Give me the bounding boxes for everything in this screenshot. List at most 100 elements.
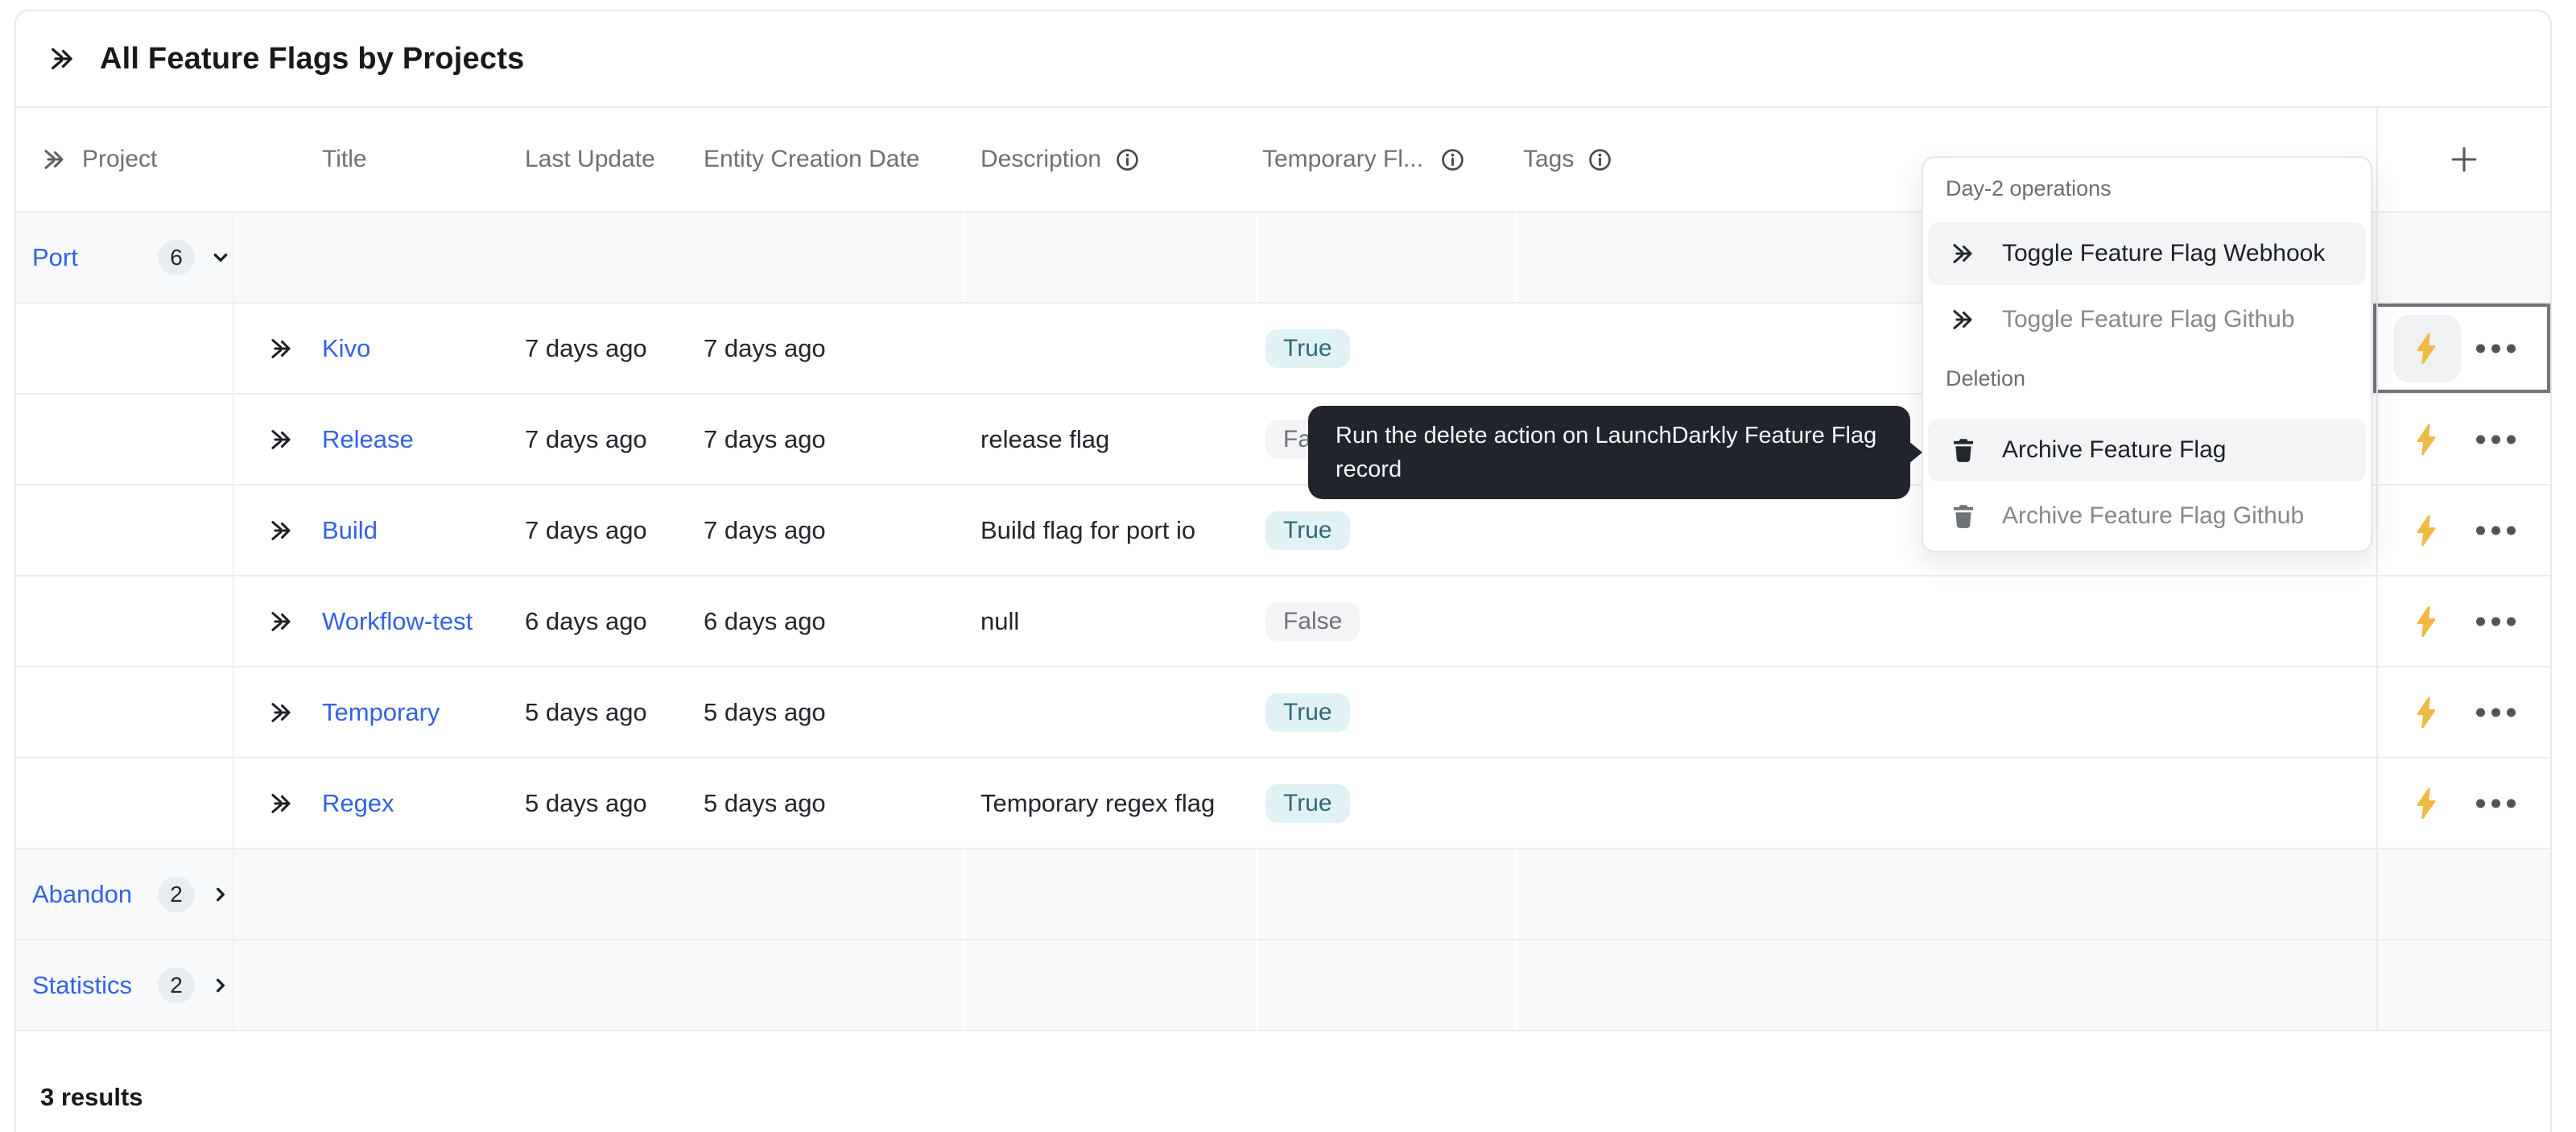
menu-item-toggle-feature-flag-webhook[interactable]: Toggle Feature Flag Webhook xyxy=(1928,222,2366,285)
actions-column-divider xyxy=(2376,108,2378,1031)
entity-arrow-icon xyxy=(267,789,296,818)
tooltip-text: Run the delete action on LaunchDarkly Fe… xyxy=(1335,423,1876,482)
column-divider xyxy=(963,213,965,302)
creation-date-cell: 5 days ago xyxy=(704,789,826,818)
group-link-port[interactable]: Port xyxy=(32,243,150,272)
group-link-abandon[interactable]: Abandon xyxy=(32,880,150,909)
menu-section-label: Deletion xyxy=(1923,361,2371,396)
chevron-down-icon[interactable] xyxy=(208,245,233,271)
entity-link[interactable]: Release xyxy=(322,425,414,454)
page-title: All Feature Flags by Projects xyxy=(100,42,524,76)
description-cell: Build flag for port io xyxy=(980,516,1195,545)
column-divider xyxy=(963,940,965,1030)
entity-link[interactable]: Temporary xyxy=(322,698,440,727)
group-column-divider xyxy=(233,213,234,1031)
action-arrow-icon xyxy=(1949,305,1978,334)
plus-icon xyxy=(2446,142,2482,177)
creation-date-cell: 7 days ago xyxy=(704,516,826,545)
temporary-flag-badge: True xyxy=(1265,511,1350,550)
add-column-button[interactable] xyxy=(2376,142,2552,177)
last-update-cell: 7 days ago xyxy=(525,516,647,545)
column-header-entity-creation-date[interactable]: Entity Creation Date xyxy=(704,146,919,173)
column-header-tags[interactable]: Tags xyxy=(1523,146,1613,173)
run-action-lightning-button[interactable] xyxy=(2409,786,2445,821)
action-tooltip: Run the delete action on LaunchDarkly Fe… xyxy=(1308,406,1910,499)
actions-dropdown-menu: Day-2 operations Toggle Feature Flag Web… xyxy=(1922,156,2372,552)
entity-arrow-icon xyxy=(267,607,296,636)
results-count: 3 results xyxy=(40,1083,143,1111)
chevron-right-icon[interactable] xyxy=(208,882,233,907)
run-action-lightning-button[interactable] xyxy=(2409,695,2445,730)
entity-arrow-icon xyxy=(267,516,296,545)
entity-link[interactable]: Workflow-test xyxy=(322,607,473,636)
column-divider xyxy=(1256,213,1258,302)
column-header-temporary-flag[interactable]: Temporary Fl... xyxy=(1262,146,1466,173)
column-header-project[interactable]: Project xyxy=(82,146,157,173)
entity-arrow-icon xyxy=(267,425,296,454)
group-row-abandon: Abandon 2 xyxy=(16,849,2550,940)
column-divider xyxy=(1514,849,1517,939)
group-link-statistics[interactable]: Statistics xyxy=(32,971,150,1000)
table-footer: 3 results xyxy=(16,1031,2550,1132)
run-action-lightning-button[interactable] xyxy=(2409,604,2445,639)
menu-item-archive-feature-flag-github[interactable]: Archive Feature Flag Github xyxy=(1928,485,2366,547)
column-divider xyxy=(1256,940,1258,1030)
blueprint-arrow-icon xyxy=(47,43,79,75)
column-divider xyxy=(1514,213,1517,302)
column-divider xyxy=(1514,940,1517,1030)
temporary-flag-badge: True xyxy=(1265,784,1350,823)
column-divider xyxy=(963,849,965,939)
menu-item-toggle-feature-flag-github[interactable]: Toggle Feature Flag Github xyxy=(1928,288,2366,351)
last-update-cell: 6 days ago xyxy=(525,607,647,636)
column-header-title[interactable]: Title xyxy=(322,146,367,173)
entity-link[interactable]: Kivo xyxy=(322,334,370,363)
run-action-lightning-button[interactable] xyxy=(2409,422,2445,457)
trash-icon xyxy=(1949,502,1978,531)
table-row: Workflow-test 6 days ago 6 days ago null… xyxy=(16,576,2550,667)
entity-arrow-icon xyxy=(267,698,296,727)
creation-date-cell: 5 days ago xyxy=(704,698,826,727)
menu-item-archive-feature-flag[interactable]: Archive Feature Flag xyxy=(1928,419,2366,481)
chevron-right-icon[interactable] xyxy=(208,973,233,998)
group-count-badge: 6 xyxy=(158,240,195,275)
menu-section-label: Day-2 operations xyxy=(1923,171,2371,206)
more-actions-button[interactable] xyxy=(2476,435,2516,444)
more-actions-button[interactable] xyxy=(2476,526,2516,535)
last-update-cell: 7 days ago xyxy=(525,425,647,454)
temporary-flag-badge: True xyxy=(1265,693,1350,732)
creation-date-cell: 7 days ago xyxy=(704,334,826,363)
table-titlebar: All Feature Flags by Projects xyxy=(16,11,2550,108)
temporary-flag-badge: True xyxy=(1265,329,1350,368)
last-update-cell: 5 days ago xyxy=(525,698,647,727)
column-header-last-update[interactable]: Last Update xyxy=(525,146,655,173)
feature-flags-page: All Feature Flags by Projects Project Ti… xyxy=(0,0,2576,1132)
info-icon[interactable] xyxy=(1114,147,1141,173)
run-action-lightning-button[interactable] xyxy=(2409,331,2445,366)
temporary-flag-badge: False xyxy=(1265,602,1360,641)
description-cell: null xyxy=(980,607,1019,636)
info-icon[interactable] xyxy=(1439,147,1466,173)
info-icon[interactable] xyxy=(1587,147,1613,173)
entity-arrow-icon xyxy=(267,334,296,363)
last-update-cell: 7 days ago xyxy=(525,334,647,363)
table-row: Regex 5 days ago 5 days ago Temporary re… xyxy=(16,758,2550,849)
entity-link[interactable]: Regex xyxy=(322,789,394,818)
run-action-lightning-button[interactable] xyxy=(2409,513,2445,548)
description-cell: Temporary regex flag xyxy=(980,789,1215,818)
more-actions-button[interactable] xyxy=(2476,344,2516,353)
column-divider xyxy=(1256,849,1258,939)
more-actions-button[interactable] xyxy=(2476,617,2516,626)
creation-date-cell: 7 days ago xyxy=(704,425,826,454)
group-count-badge: 2 xyxy=(158,877,195,912)
column-header-description[interactable]: Description xyxy=(980,146,1141,173)
table-row: Temporary 5 days ago 5 days ago True xyxy=(16,667,2550,758)
description-cell: release flag xyxy=(980,425,1109,454)
group-by-arrow-icon xyxy=(40,145,69,174)
entity-link[interactable]: Build xyxy=(322,516,378,545)
creation-date-cell: 6 days ago xyxy=(704,607,826,636)
last-update-cell: 5 days ago xyxy=(525,789,647,818)
action-arrow-icon xyxy=(1949,239,1978,268)
more-actions-button[interactable] xyxy=(2476,799,2516,808)
trash-icon xyxy=(1949,436,1978,465)
more-actions-button[interactable] xyxy=(2476,708,2516,717)
